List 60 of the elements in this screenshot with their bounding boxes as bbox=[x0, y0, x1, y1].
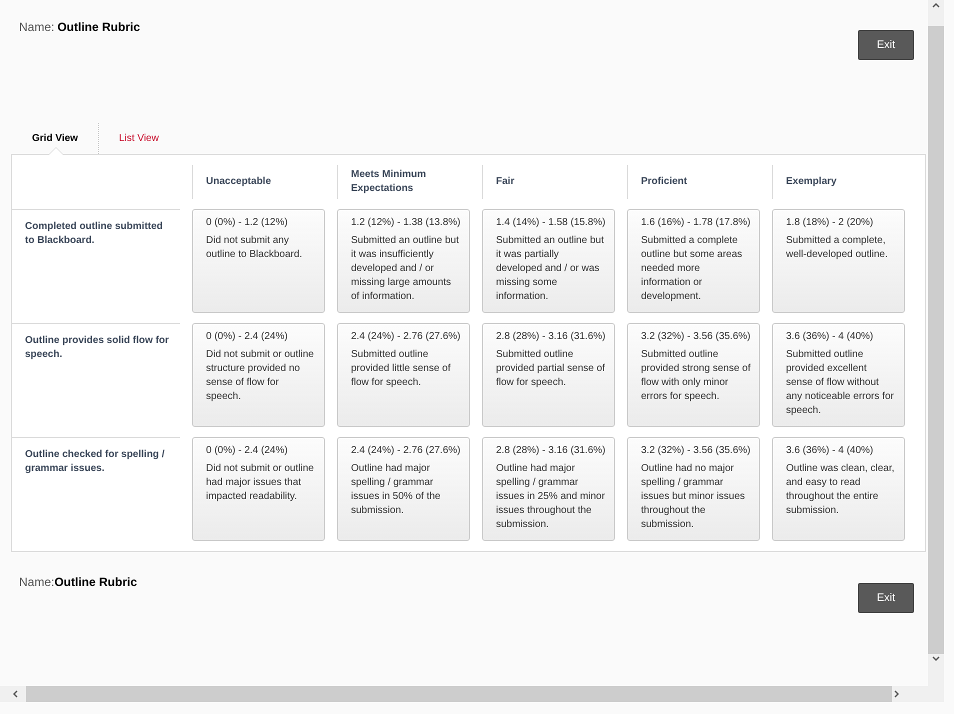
level-description: Submitted outline provided strong sense of flow with only minor errors for speech. bbox=[641, 348, 751, 404]
level-description: Submitted an outline but it was insufficiently developed and / or missing large amounts of information. bbox=[351, 234, 460, 304]
score-range: 3.6 (36%) - 4 (40%) bbox=[786, 331, 874, 342]
score-range: 2.8 (28%) - 3.16 (31.6%) bbox=[496, 331, 606, 342]
level-header: Meets Minimum Expectations bbox=[337, 165, 470, 199]
level-description: Outline had major spelling / grammar issues in 50% of the submission. bbox=[351, 462, 442, 518]
level-header: Unacceptable bbox=[192, 165, 325, 199]
score-range: 1.6 (16%) - 1.78 (17.8%) bbox=[641, 217, 751, 228]
level-header: Proficient bbox=[627, 165, 760, 199]
rubric-name: Name:Outline Rubric bbox=[19, 575, 138, 589]
level-description: Outline had major spelling / grammar issues in 25% and minor issues throughout the submission. bbox=[496, 462, 606, 532]
level-card[interactable]: 3.2 (32%) - 3.56 (35.6%) Submitted outline provided strong sense of flow with only minor errors for speech. bbox=[627, 323, 760, 427]
criterion-title: Outline checked for spelling / grammar issues. bbox=[12, 437, 180, 541]
level-description: Outline had no major spelling / grammar issues but minor issues throughout the submission. bbox=[641, 462, 746, 532]
exit-button[interactable]: Exit bbox=[858, 30, 914, 60]
exit-button[interactable]: Exit bbox=[858, 583, 914, 613]
rubric-name: Name: Outline Rubric bbox=[19, 20, 140, 34]
level-description: Submitted a complete, well-developed outline. bbox=[786, 234, 889, 262]
level-description: Submitted outline provided partial sense of flow for speech. bbox=[496, 348, 606, 390]
level-card[interactable]: 2.4 (24%) - 2.76 (27.6%) Submitted outline provided little sense of flow for speech. bbox=[337, 323, 470, 427]
level-description: Did not submit or outline had major issues that impacted readability. bbox=[206, 462, 315, 504]
score-range: 1.8 (18%) - 2 (20%) bbox=[786, 217, 874, 228]
level-description: Submitted outline provided little sense of flow for speech. bbox=[351, 348, 452, 390]
level-header: Fair bbox=[482, 165, 615, 199]
level-card[interactable]: 2.8 (28%) - 3.16 (31.6%) Submitted outline provided partial sense of flow for speech. bbox=[482, 323, 615, 427]
score-range: 2.8 (28%) - 3.16 (31.6%) bbox=[496, 445, 606, 456]
score-range: 2.4 (24%) - 2.76 (27.6%) bbox=[351, 445, 461, 456]
level-card[interactable]: 2.8 (28%) - 3.16 (31.6%) Outline had major spelling / grammar issues in 25% and minor issues throughout the submission. bbox=[482, 437, 615, 541]
score-range: 3.2 (32%) - 3.56 (35.6%) bbox=[641, 331, 751, 342]
level-card[interactable]: 0 (0%) - 2.4 (24%) Did not submit or outline had major issues that impacted readability. bbox=[192, 437, 325, 541]
level-card[interactable]: 1.4 (14%) - 1.58 (15.8%) Submitted an outline but it was partially developed and / or was missing some information. bbox=[482, 209, 615, 313]
criterion-title: Outline provides solid flow for speech. bbox=[12, 323, 180, 427]
level-header: Exemplary bbox=[772, 165, 905, 199]
level-description: Did not submit any outline to Blackboard. bbox=[206, 234, 304, 262]
level-description: Submitted outline provided excellent sense of flow without any noticeable errors for speech. bbox=[786, 348, 895, 418]
level-description: Did not submit or outline structure provided no sense of flow for speech. bbox=[206, 348, 315, 404]
level-card[interactable]: 3.2 (32%) - 3.56 (35.6%) Outline had no major spelling / grammar issues but minor issues throughout the submission. bbox=[627, 437, 760, 541]
level-card[interactable]: 1.6 (16%) - 1.78 (17.8%) Submitted a complete outline but some areas needed more information or development. bbox=[627, 209, 760, 313]
level-card[interactable]: 3.6 (36%) - 4 (40%) Outline was clean, clear, and easy to read throughout the entire submission. bbox=[772, 437, 905, 541]
level-card[interactable]: 3.6 (36%) - 4 (40%) Submitted outline provided excellent sense of flow without any noticeable errors for speech. bbox=[772, 323, 905, 427]
level-card[interactable]: 1.2 (12%) - 1.38 (13.8%) Submitted an outline but it was insufficiently developed and / or missing large amounts of information. bbox=[337, 209, 470, 313]
level-description: Submitted an outline but it was partially developed and / or was missing some information. bbox=[496, 234, 605, 304]
level-card[interactable]: 2.4 (24%) - 2.76 (27.6%) Outline had major spelling / grammar issues in 50% of the submission. bbox=[337, 437, 470, 541]
level-card[interactable]: 0 (0%) - 2.4 (24%) Did not submit or outline structure provided no sense of flow for speech. bbox=[192, 323, 325, 427]
score-range: 0 (0%) - 1.2 (12%) bbox=[206, 217, 289, 228]
level-description: Outline was clean, clear, and easy to read throughout the entire submission. bbox=[786, 462, 896, 518]
view-tab[interactable]: List View bbox=[99, 123, 178, 154]
score-range: 1.2 (12%) - 1.38 (13.8%) bbox=[351, 217, 461, 228]
score-range: 1.4 (14%) - 1.58 (15.8%) bbox=[496, 217, 606, 228]
level-card[interactable]: 1.8 (18%) - 2 (20%) Submitted a complete, well-developed outline. bbox=[772, 209, 905, 313]
level-description: Submitted a complete outline but some areas needed more information or development. bbox=[641, 234, 744, 304]
score-range: 0 (0%) - 2.4 (24%) bbox=[206, 331, 289, 342]
level-card[interactable]: 0 (0%) - 1.2 (12%) Did not submit any outline to Blackboard. bbox=[192, 209, 325, 313]
criterion-title: Completed outline submitted to Blackboard. bbox=[12, 209, 180, 313]
score-range: 3.6 (36%) - 4 (40%) bbox=[786, 445, 874, 456]
horizontal-scrollbar[interactable] bbox=[0, 686, 928, 702]
score-range: 2.4 (24%) - 2.76 (27.6%) bbox=[351, 331, 461, 342]
score-range: 0 (0%) - 2.4 (24%) bbox=[206, 445, 289, 456]
score-range: 3.2 (32%) - 3.56 (35.6%) bbox=[641, 445, 751, 456]
vertical-scrollbar[interactable] bbox=[928, 0, 944, 702]
